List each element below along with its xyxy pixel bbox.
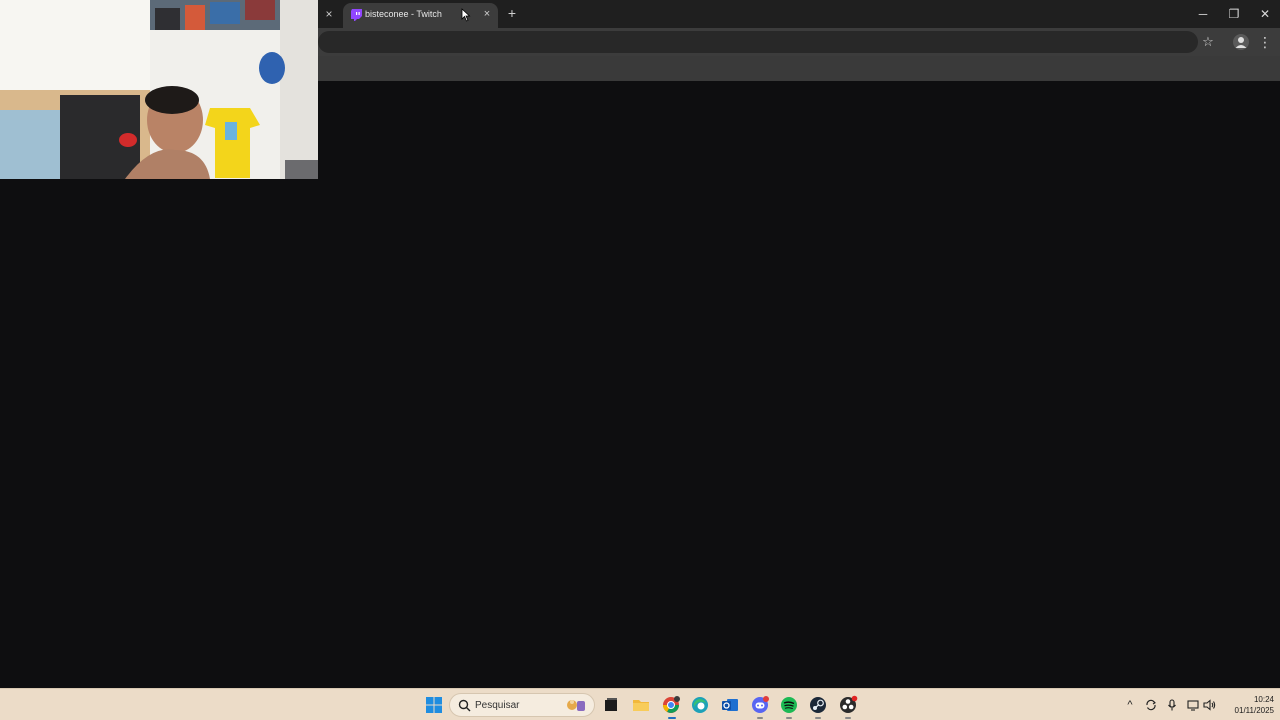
steam-icon[interactable] [808, 695, 828, 715]
edge-icon[interactable] [690, 695, 710, 715]
network-icon[interactable] [1186, 698, 1200, 712]
close-previous-tab-button[interactable]: × [321, 6, 337, 22]
sync-icon[interactable] [1144, 698, 1158, 712]
tab-title: bisteconee - Twitch [365, 9, 442, 19]
bookmark-star-icon[interactable]: ☆ [1199, 33, 1217, 51]
steam-running-indicator [815, 717, 821, 719]
clock-date: 01/11/2025 [1234, 706, 1274, 715]
webcam-feed-image [0, 0, 318, 179]
restore-button[interactable]: ❐ [1219, 0, 1249, 28]
volume-icon[interactable] [1202, 698, 1216, 712]
microphone-icon[interactable] [1165, 698, 1179, 712]
chrome-running-indicator [668, 717, 676, 719]
chrome-icon[interactable] [661, 695, 681, 715]
mouse-cursor-icon [461, 8, 471, 22]
new-tab-button[interactable]: + [504, 5, 520, 21]
taskbar-search[interactable]: Pesquisar [449, 693, 595, 717]
webcam-overlay [0, 0, 318, 179]
twitch-icon [351, 9, 362, 21]
windows-start-icon[interactable] [424, 695, 444, 715]
windows-taskbar: Pesquisar ^ 10:24 01/11/2025 [0, 688, 1280, 720]
search-placeholder: Pesquisar [475, 700, 520, 711]
tab-close-button[interactable]: × [480, 7, 494, 21]
task-view-icon[interactable] [601, 695, 621, 715]
address-bar[interactable] [318, 31, 1198, 53]
minimize-button[interactable]: ─ [1188, 0, 1218, 28]
file-explorer-icon[interactable] [631, 695, 651, 715]
obs-icon[interactable] [838, 695, 858, 715]
spotify-icon[interactable] [779, 695, 799, 715]
outlook-icon[interactable] [720, 695, 740, 715]
search-icon [458, 699, 471, 712]
browser-menu-button[interactable]: ⋮ [1257, 33, 1273, 51]
discord-icon[interactable] [750, 695, 770, 715]
discord-running-indicator [757, 717, 763, 719]
spotify-running-indicator [786, 717, 792, 719]
window-close-button[interactable]: ✕ [1250, 0, 1280, 28]
profile-avatar-icon[interactable] [1232, 33, 1250, 51]
tab-twitch[interactable]: bisteconee - Twitch × [343, 3, 498, 28]
clock-time: 10:24 [1253, 695, 1274, 704]
search-highlight-icon [567, 700, 585, 711]
tray-chevron-up-icon[interactable]: ^ [1123, 698, 1137, 712]
obs-running-indicator [845, 717, 851, 719]
system-clock[interactable]: 10:24 01/11/2025 [1222, 694, 1274, 716]
